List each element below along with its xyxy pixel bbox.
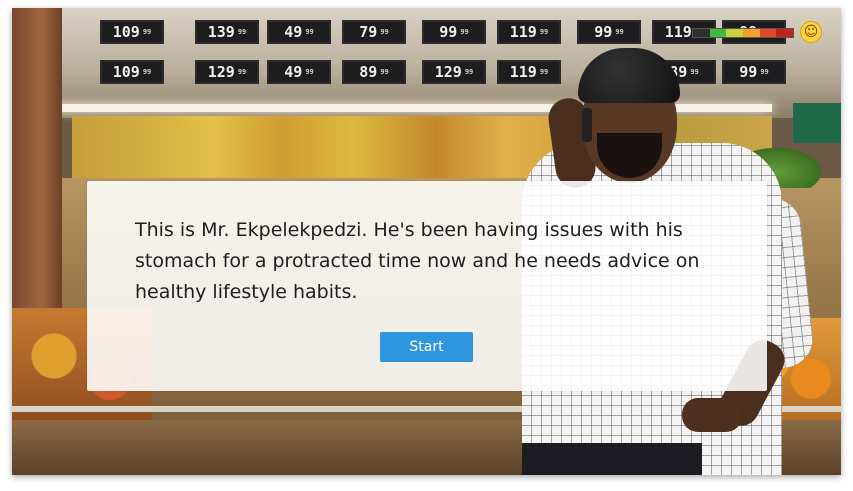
smiley-face-icon: ☺ bbox=[800, 21, 822, 43]
intro-dialog: This is Mr. Ekpelekpedzi. He's been havi… bbox=[87, 181, 767, 391]
mood-segment bbox=[743, 29, 760, 37]
scenario-description: This is Mr. Ekpelekpedzi. He's been havi… bbox=[135, 219, 700, 303]
price-tag: 139 99 bbox=[195, 20, 259, 44]
character-pants bbox=[522, 443, 702, 475]
price-tag: 79 99 bbox=[342, 20, 406, 44]
start-button[interactable]: Start bbox=[380, 332, 473, 362]
mood-segment bbox=[759, 29, 777, 37]
price-tag: 109 99 bbox=[100, 60, 164, 84]
price-tag: 9999 bbox=[422, 20, 486, 44]
price-tag: 109 99 bbox=[100, 20, 164, 44]
scenario-frame: 109 99 139 99 49 99 79 99 99 99 119 99 99 99 11… bbox=[12, 8, 841, 475]
character-beanie bbox=[578, 48, 680, 103]
wood-pillar bbox=[12, 8, 62, 338]
mood-segment bbox=[726, 29, 744, 37]
phone-icon bbox=[582, 108, 592, 142]
price-tag: 49 99 bbox=[267, 20, 331, 44]
mood-segment bbox=[709, 29, 727, 37]
price-tag: 129 99 bbox=[422, 60, 486, 84]
mood-meter bbox=[692, 28, 794, 38]
price-tag: 89 99 bbox=[342, 60, 406, 84]
character-hand bbox=[682, 398, 742, 432]
price-tag: 129 99 bbox=[195, 60, 259, 84]
mood-segment bbox=[693, 29, 710, 37]
mood-segment bbox=[776, 29, 794, 37]
price-tag: 49 99 bbox=[267, 60, 331, 84]
